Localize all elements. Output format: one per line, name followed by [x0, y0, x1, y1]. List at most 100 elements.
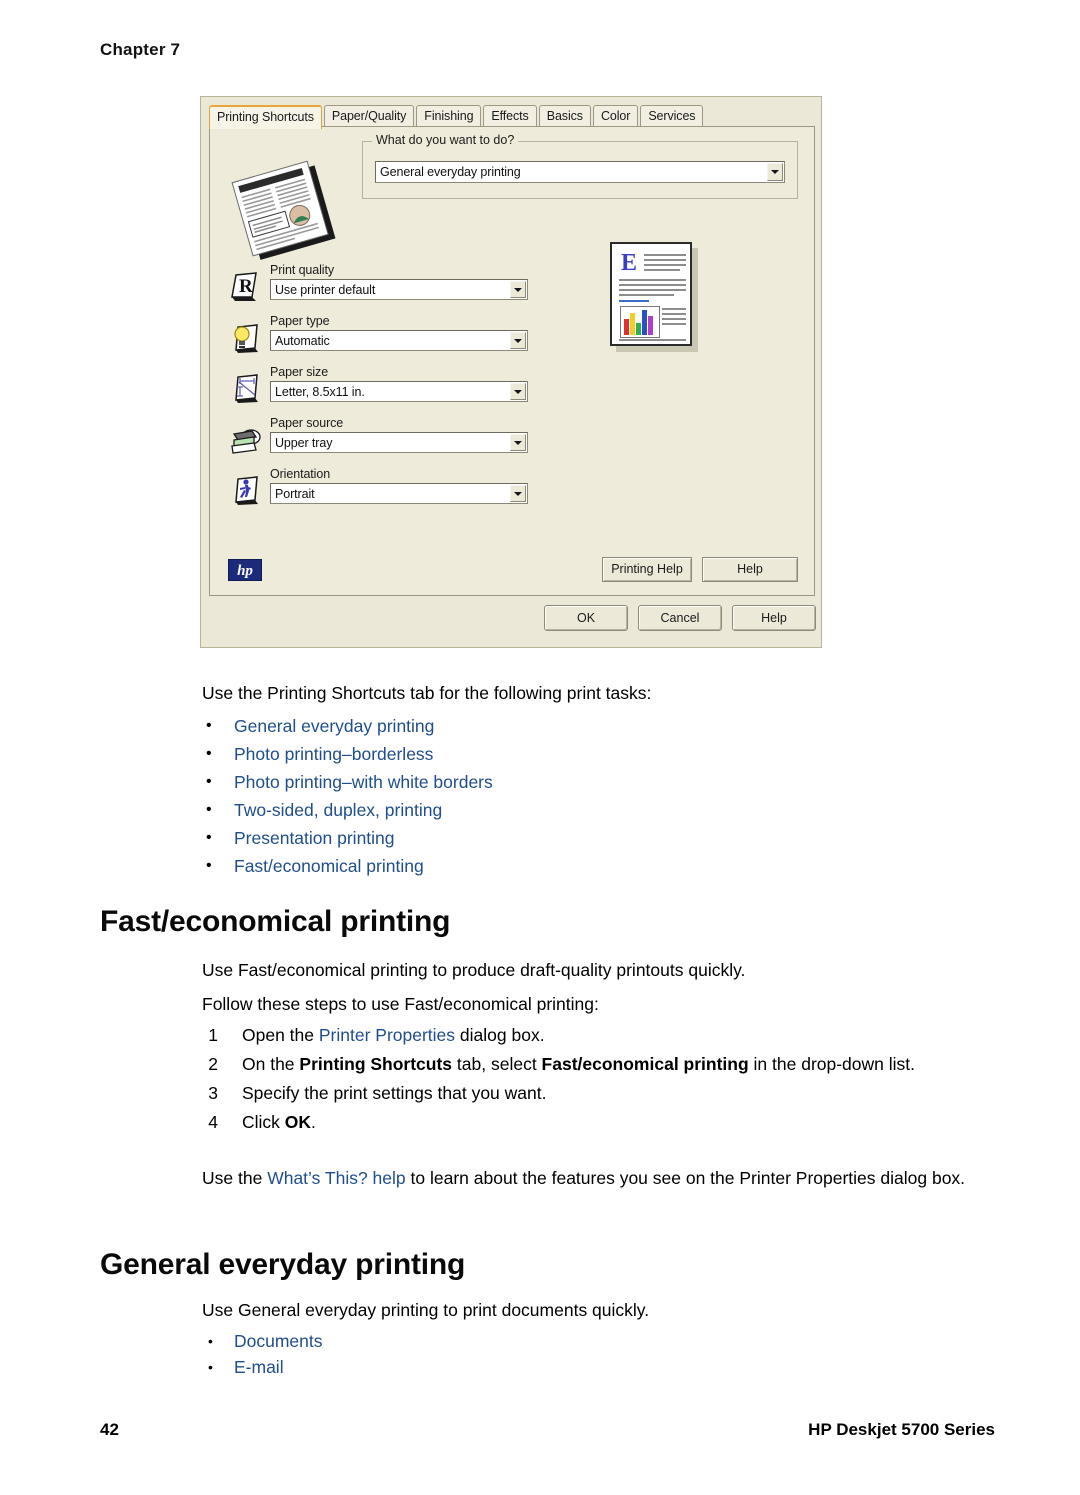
- setting-label: Paper type: [270, 314, 330, 328]
- chevron-down-icon[interactable]: [510, 332, 526, 349]
- chevron-down-icon[interactable]: [510, 281, 526, 298]
- step-item: 4 Click OK.: [202, 1109, 1012, 1135]
- ok-button[interactable]: OK: [544, 605, 628, 631]
- print-quality-icon: R: [226, 267, 264, 305]
- list-item[interactable]: Photo printing–with white borders: [202, 768, 493, 796]
- preview-bar: [642, 310, 647, 335]
- list-item[interactable]: Two-sided, duplex, printing: [202, 796, 493, 824]
- section-heading-fast-economical: Fast/economical printing: [100, 905, 451, 938]
- tab-color[interactable]: Color: [592, 105, 639, 127]
- panel-help-button[interactable]: Help: [702, 557, 798, 582]
- preview-text-line: [644, 269, 680, 271]
- preview-text-line: [619, 300, 649, 302]
- preview-text-line: [644, 264, 686, 266]
- setting-row-paper-type: Paper type Automatic: [220, 314, 540, 365]
- tab-services[interactable]: Services: [640, 105, 704, 127]
- section-heading-general-everyday: General everyday printing: [100, 1248, 466, 1281]
- setting-label: Orientation: [270, 467, 331, 481]
- preview-bar: [630, 313, 635, 335]
- group-title: What do you want to do?: [372, 133, 519, 147]
- printer-properties-dialog: Printing Shortcuts Paper/Quality Finishi…: [200, 96, 822, 648]
- fast-paragraph-1: Use Fast/economical printing to produce …: [202, 960, 746, 980]
- print-quality-select[interactable]: Use printer default: [270, 279, 528, 300]
- paper-source-select[interactable]: Upper tray: [270, 432, 528, 453]
- preview-text-line: [662, 323, 686, 325]
- preview-bar: [624, 319, 629, 335]
- step-number: 2: [208, 1054, 218, 1074]
- setting-label: Paper source: [270, 416, 344, 430]
- chevron-down-icon[interactable]: [510, 434, 526, 451]
- shortcut-select[interactable]: General everyday printing: [375, 161, 785, 183]
- paper-source-value: Upper tray: [275, 435, 333, 450]
- what-do-you-want-to-do-group: What do you want to do? General everyday…: [362, 133, 798, 199]
- paper-source-icon: [226, 420, 264, 458]
- setting-row-paper-source: Paper source Upper tray: [220, 416, 540, 467]
- orientation-select[interactable]: Portrait: [270, 483, 528, 504]
- orientation-icon: [226, 471, 264, 509]
- dialog-tabstrip: Printing Shortcuts Paper/Quality Finishi…: [209, 105, 813, 129]
- preview-bar: [648, 316, 653, 335]
- printing-shortcuts-panel: What do you want to do? General everyday…: [209, 126, 815, 596]
- step-text: On the Printing Shortcuts tab, select Fa…: [242, 1054, 916, 1074]
- step-number: 3: [208, 1083, 218, 1103]
- tab-effects[interactable]: Effects: [483, 105, 537, 127]
- hp-logo: hp: [228, 559, 262, 581]
- chevron-down-icon[interactable]: [510, 485, 526, 502]
- whats-this-link[interactable]: What’s This? help: [267, 1168, 405, 1188]
- shortcut-select-value: General everyday printing: [380, 165, 521, 179]
- general-paragraph-1: Use General everyday printing to print d…: [202, 1300, 650, 1320]
- newspaper-illustration-icon: [222, 159, 350, 263]
- list-item[interactable]: Presentation printing: [202, 824, 493, 852]
- step-number: 1: [208, 1025, 218, 1045]
- paper-size-icon: [226, 369, 264, 407]
- general-link-list: Documents E-mail: [202, 1328, 323, 1380]
- whats-this-paragraph: Use the What’s This? help to learn about…: [202, 1163, 1002, 1193]
- tab-basics[interactable]: Basics: [538, 105, 591, 127]
- setting-row-print-quality: R Print quality Use printer default: [220, 263, 540, 314]
- help-button[interactable]: Help: [732, 605, 816, 631]
- chevron-down-icon[interactable]: [767, 163, 783, 181]
- preview-text-line: [619, 294, 674, 296]
- intro-paragraph: Use the Printing Shortcuts tab for the f…: [202, 683, 652, 703]
- fast-steps-list: 1 Open the Printer Properties dialog box…: [202, 1022, 1012, 1138]
- paper-size-select[interactable]: Letter, 8.5x11 in.: [270, 381, 528, 402]
- paper-size-value: Letter, 8.5x11 in.: [275, 384, 365, 399]
- preview-text-line: [619, 339, 686, 341]
- list-item[interactable]: E-mail: [202, 1354, 323, 1380]
- tab-paper-quality[interactable]: Paper/Quality: [323, 105, 415, 127]
- paper-type-select[interactable]: Automatic: [270, 330, 528, 351]
- setting-row-orientation: Orientation Portrait: [220, 467, 540, 518]
- tab-finishing[interactable]: Finishing: [416, 105, 482, 127]
- chevron-down-icon[interactable]: [510, 383, 526, 400]
- footer-page-number: 42: [100, 1420, 119, 1439]
- page-footer: 42 HP Deskjet 5700 Series: [0, 1420, 1080, 1450]
- step-text: Specify the print settings that you want…: [242, 1083, 547, 1103]
- print-quality-value: Use printer default: [275, 282, 376, 297]
- printing-help-button[interactable]: Printing Help: [602, 557, 692, 582]
- step-text: Click OK.: [242, 1112, 316, 1132]
- list-item[interactable]: Documents: [202, 1328, 323, 1354]
- list-item[interactable]: Photo printing–borderless: [202, 740, 493, 768]
- preview-text-line: [662, 308, 686, 310]
- print-preview-thumbnail: E: [610, 242, 710, 360]
- dialog-inner: Printing Shortcuts Paper/Quality Finishi…: [201, 97, 821, 647]
- printing-shortcuts-link-list: General everyday printing Photo printing…: [202, 712, 493, 880]
- list-item[interactable]: General everyday printing: [202, 712, 493, 740]
- preview-text-line: [619, 279, 686, 281]
- tab-printing-shortcuts[interactable]: Printing Shortcuts: [209, 105, 322, 129]
- preview-text-line: [644, 254, 686, 256]
- preview-text-line: [662, 313, 686, 315]
- step-item: 1 Open the Printer Properties dialog box…: [202, 1022, 1012, 1048]
- preview-bar: [636, 323, 641, 335]
- setting-label: Print quality: [270, 263, 335, 277]
- whats-this-after: to learn about the features you see on t…: [405, 1168, 966, 1188]
- preview-bar-chart: [620, 306, 660, 338]
- cancel-button[interactable]: Cancel: [638, 605, 722, 631]
- svg-text:R: R: [239, 276, 253, 297]
- setting-label: Paper size: [270, 365, 329, 379]
- preview-text-line: [619, 284, 686, 286]
- list-item[interactable]: Fast/economical printing: [202, 852, 493, 880]
- preview-page: E: [610, 242, 692, 346]
- whats-this-before: Use the: [202, 1168, 268, 1188]
- print-settings-list: R Print quality Use printer default Pape…: [220, 263, 540, 518]
